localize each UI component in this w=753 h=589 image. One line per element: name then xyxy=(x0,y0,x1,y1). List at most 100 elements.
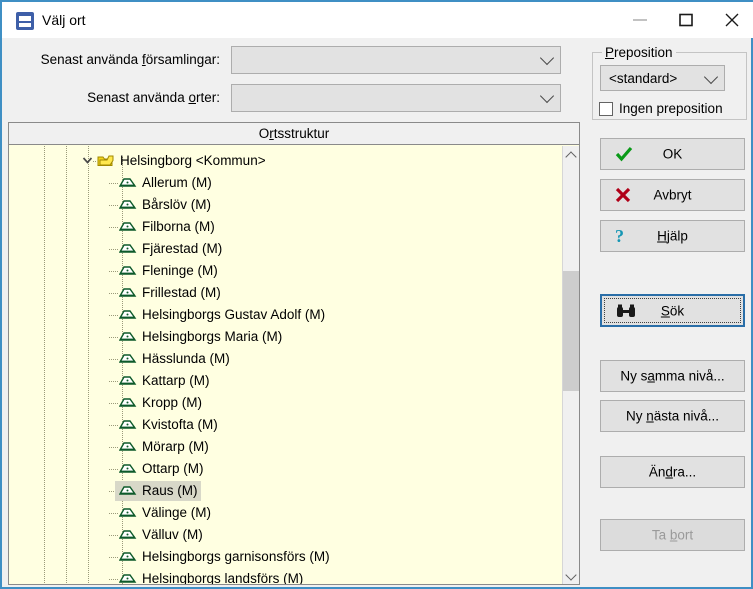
place-icon xyxy=(119,244,137,253)
tree-row[interactable]: Kropp (M) xyxy=(9,392,562,414)
tree-row[interactable]: Allerum (M) xyxy=(9,172,562,194)
tree-row-label: Välinge (M) xyxy=(142,505,212,520)
tree-row[interactable]: Helsingborg <Kommun> xyxy=(9,150,562,172)
tree-row[interactable]: Frillestad (M) xyxy=(9,282,562,304)
ok-button[interactable]: OK xyxy=(600,138,745,170)
tree-connector xyxy=(109,535,119,536)
app-icon xyxy=(16,12,34,30)
ingen-preposition-label: Ingen preposition xyxy=(619,101,723,116)
tree-row[interactable]: Kattarp (M) xyxy=(9,370,562,392)
tree-vertical-scrollbar[interactable] xyxy=(562,146,579,584)
tree-connector xyxy=(109,403,119,404)
place-icon xyxy=(119,442,137,451)
chevron-down-icon xyxy=(539,88,555,104)
minimize-button[interactable] xyxy=(618,2,663,38)
expander-chevron-down-icon[interactable] xyxy=(82,156,92,166)
tree-connector xyxy=(109,271,119,272)
scrollbar-thumb[interactable] xyxy=(563,271,579,391)
title-bar: Välj ort xyxy=(2,0,753,38)
scroll-down-button[interactable] xyxy=(563,567,579,584)
tree-connector xyxy=(109,359,119,360)
scroll-up-arrow-icon xyxy=(565,151,577,163)
tree-row-label: Bårslöv (M) xyxy=(142,197,212,212)
folder-kommun-icon xyxy=(97,155,114,166)
tree-row[interactable]: Helsingborgs landsförs (M) xyxy=(9,568,562,584)
ny-samma-niva-label: Ny samma nivå... xyxy=(620,368,725,384)
place-icon xyxy=(119,376,137,385)
tree-connector xyxy=(109,227,119,228)
tree-connector xyxy=(109,249,119,250)
place-icon xyxy=(119,288,137,297)
tree-row[interactable]: Helsingborgs garnisonsförs (M) xyxy=(9,546,562,568)
avbryt-button[interactable]: Avbryt xyxy=(600,179,745,211)
ny-nasta-niva-button[interactable]: Ny nästa nivå... xyxy=(600,400,745,432)
scroll-up-button[interactable] xyxy=(563,146,579,163)
tree-row[interactable]: Ottarp (M) xyxy=(9,458,562,480)
close-button[interactable] xyxy=(710,2,753,38)
forsamlingar-combobox[interactable] xyxy=(231,46,561,74)
place-icon xyxy=(119,552,137,561)
chevron-down-icon xyxy=(539,50,555,66)
tree-row[interactable]: Kvistofta (M) xyxy=(9,414,562,436)
tree-connector xyxy=(109,579,119,580)
window-title: Välj ort xyxy=(42,12,86,28)
tree-row[interactable]: Fjärestad (M) xyxy=(9,238,562,260)
preposition-value: <standard> xyxy=(609,71,678,86)
place-icon xyxy=(119,266,137,275)
tree-row-label: Helsingborgs landsförs (M) xyxy=(142,571,304,584)
place-icon xyxy=(119,420,137,429)
tree-view[interactable]: Helsingborg <Kommun> Allerum (M) Bårslöv (… xyxy=(9,146,562,584)
preposition-combobox[interactable]: <standard> xyxy=(600,65,725,91)
andra-button[interactable]: Ändra... xyxy=(600,456,745,488)
forsamlingar-label: Senast använda församlingar: xyxy=(40,52,220,67)
tree-row[interactable]: Välinge (M) xyxy=(9,502,562,524)
maximize-button[interactable] xyxy=(664,2,709,38)
andra-label: Ändra... xyxy=(648,464,697,480)
place-icon xyxy=(119,310,137,319)
tree-row[interactable]: Hässlunda (M) xyxy=(9,348,562,370)
ny-samma-niva-button[interactable]: Ny samma nivå... xyxy=(600,360,745,392)
tree-row[interactable]: Helsingborgs Gustav Adolf (M) xyxy=(9,304,562,326)
place-icon xyxy=(119,332,137,341)
ok-button-label: OK xyxy=(662,146,683,162)
ta-bort-label: Ta bort xyxy=(651,527,694,543)
tree-row-label: Fjärestad (M) xyxy=(142,241,223,256)
maximize-icon xyxy=(679,13,693,27)
tree-row[interactable]: Mörarp (M) xyxy=(9,436,562,458)
orter-combobox[interactable] xyxy=(231,84,561,112)
tree-row[interactable]: Filborna (M) xyxy=(9,216,562,238)
tree-connector xyxy=(109,381,119,382)
tree-connector xyxy=(109,315,119,316)
place-icon xyxy=(119,464,137,473)
tree-row[interactable]: Helsingborgs Maria (M) xyxy=(9,326,562,348)
place-icon xyxy=(119,486,137,495)
ortsstruktur-header: Ortsstruktur xyxy=(9,123,579,145)
tree-row-label: Filborna (M) xyxy=(142,219,215,234)
tree-row[interactable]: Raus (M) xyxy=(9,480,562,502)
hjalp-button-label: Hjälp xyxy=(657,228,688,244)
tree-row-label: Mörarp (M) xyxy=(142,439,209,454)
place-icon xyxy=(119,354,137,363)
hjalp-button[interactable]: ? Hjälp xyxy=(600,220,745,252)
orter-label: Senast använda orter: xyxy=(87,90,220,105)
close-icon xyxy=(725,13,739,27)
chevron-down-icon xyxy=(703,69,719,85)
tree-connector xyxy=(109,337,119,338)
tree-row-label: Hässlunda (M) xyxy=(142,351,230,366)
scroll-down-arrow-icon xyxy=(565,569,577,581)
tree-row[interactable]: Fleninge (M) xyxy=(9,260,562,282)
tree-connector xyxy=(109,469,119,470)
minimize-icon xyxy=(633,19,647,21)
tree-row-label: Raus (M) xyxy=(142,483,198,498)
checkbox-box[interactable] xyxy=(599,102,613,116)
sok-button[interactable]: Sök xyxy=(600,294,745,327)
tree-row-label: Allerum (M) xyxy=(142,175,212,190)
place-icon xyxy=(119,222,137,231)
dialog-window: Välj ort Senast använda församlingar: Se… xyxy=(0,0,753,589)
tree-connector xyxy=(109,425,119,426)
ta-bort-button: Ta bort xyxy=(600,519,745,551)
tree-row[interactable]: Välluv (M) xyxy=(9,524,562,546)
tree-row[interactable]: Bårslöv (M) xyxy=(9,194,562,216)
tree-row-label: Kropp (M) xyxy=(142,395,203,410)
tree-row-label: Helsingborgs Gustav Adolf (M) xyxy=(142,307,326,322)
